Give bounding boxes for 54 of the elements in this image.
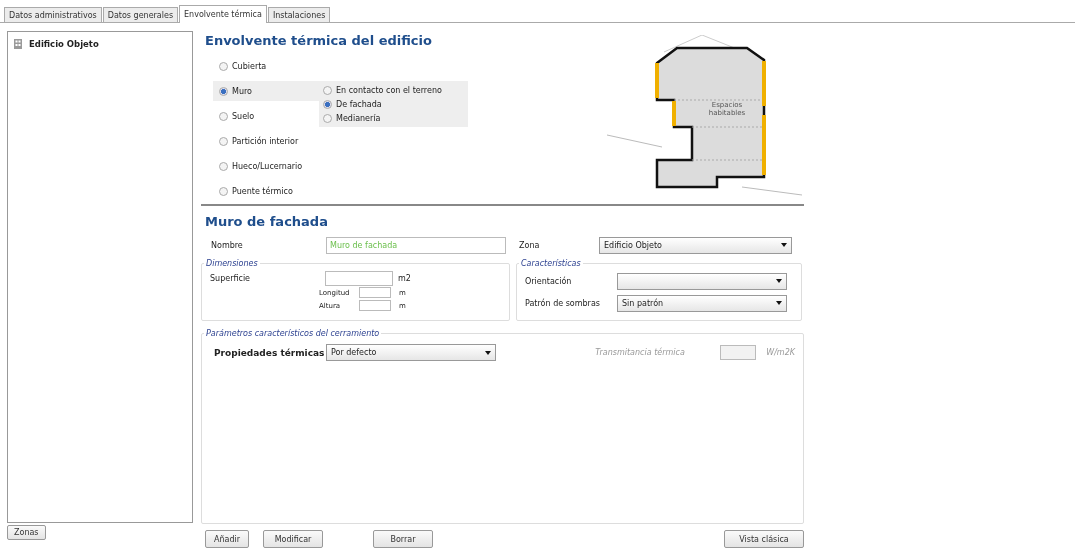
tab[interactable]: Instalaciones xyxy=(267,7,331,22)
action-button[interactable]: Añadir xyxy=(205,530,249,548)
thermal-dropdown[interactable]: Por defecto xyxy=(326,344,496,361)
zones-button[interactable]: Zonas xyxy=(7,525,46,540)
section-title: Envolvente térmica del edificio xyxy=(205,33,433,48)
group-legend: Parámetros característicos del cerramiento xyxy=(204,329,382,338)
radio-label: De fachada xyxy=(336,99,382,109)
zone-dropdown[interactable]: Edificio Objeto xyxy=(599,236,792,254)
caret-icon xyxy=(781,243,787,247)
building-icon xyxy=(13,38,23,49)
tree-item[interactable]: Edificio Objeto xyxy=(29,38,99,49)
radio-button[interactable] xyxy=(323,113,332,123)
radio-button[interactable] xyxy=(219,111,228,121)
orientation-dropdown[interactable] xyxy=(617,272,787,290)
action-button[interactable]: Vista clásica xyxy=(724,530,804,548)
field-label: Orientación xyxy=(525,276,573,286)
surface-field[interactable] xyxy=(325,270,393,286)
radio-label: En contacto con el terreno xyxy=(336,85,442,95)
unit-label: m2 xyxy=(398,273,411,283)
radio-button[interactable] xyxy=(323,99,332,109)
caret-icon xyxy=(485,350,491,355)
field-label: Transmitancia térmica xyxy=(595,348,686,357)
tab[interactable]: Envolvente térmica xyxy=(179,5,267,23)
section-title: Muro de fachada xyxy=(205,214,329,229)
radio-label: Muro xyxy=(232,86,252,96)
caret-icon xyxy=(776,301,782,305)
group-legend: Características xyxy=(519,259,583,268)
radio-label: Suelo xyxy=(232,111,255,121)
radio-label: Hueco/Lucernario xyxy=(232,161,303,171)
caret-icon xyxy=(776,279,782,283)
field-label: Zona xyxy=(519,240,541,250)
field-label: Patrón de sombras xyxy=(525,298,601,308)
shading-dropdown[interactable]: Sin patrón xyxy=(617,294,787,312)
length-field[interactable] xyxy=(359,287,391,298)
radio-label: Puente térmico xyxy=(232,186,293,196)
radio-label: Medianería xyxy=(336,113,381,123)
action-button[interactable]: Borrar xyxy=(373,530,433,548)
radio-label: Cubierta xyxy=(232,61,267,71)
tab[interactable]: Datos generales xyxy=(102,7,179,22)
radio-button[interactable] xyxy=(219,136,228,146)
radio-button[interactable] xyxy=(219,186,228,196)
action-button[interactable]: Modificar xyxy=(263,530,323,548)
height-field[interactable] xyxy=(359,300,391,311)
radio-button[interactable] xyxy=(323,85,332,95)
field-label: Propiedades térmicas xyxy=(214,347,326,358)
radio-label: Partición interior xyxy=(232,136,299,146)
radio-button[interactable] xyxy=(219,161,228,171)
unit-label: W/m2K xyxy=(766,348,795,357)
radio-button[interactable] xyxy=(219,61,228,71)
group-legend: Dimensiones xyxy=(204,259,260,268)
field-label: Nombre xyxy=(211,240,244,250)
tab[interactable]: Datos administrativos xyxy=(4,7,102,22)
field-label: Superficie xyxy=(210,273,252,283)
radio-button[interactable] xyxy=(219,86,228,96)
